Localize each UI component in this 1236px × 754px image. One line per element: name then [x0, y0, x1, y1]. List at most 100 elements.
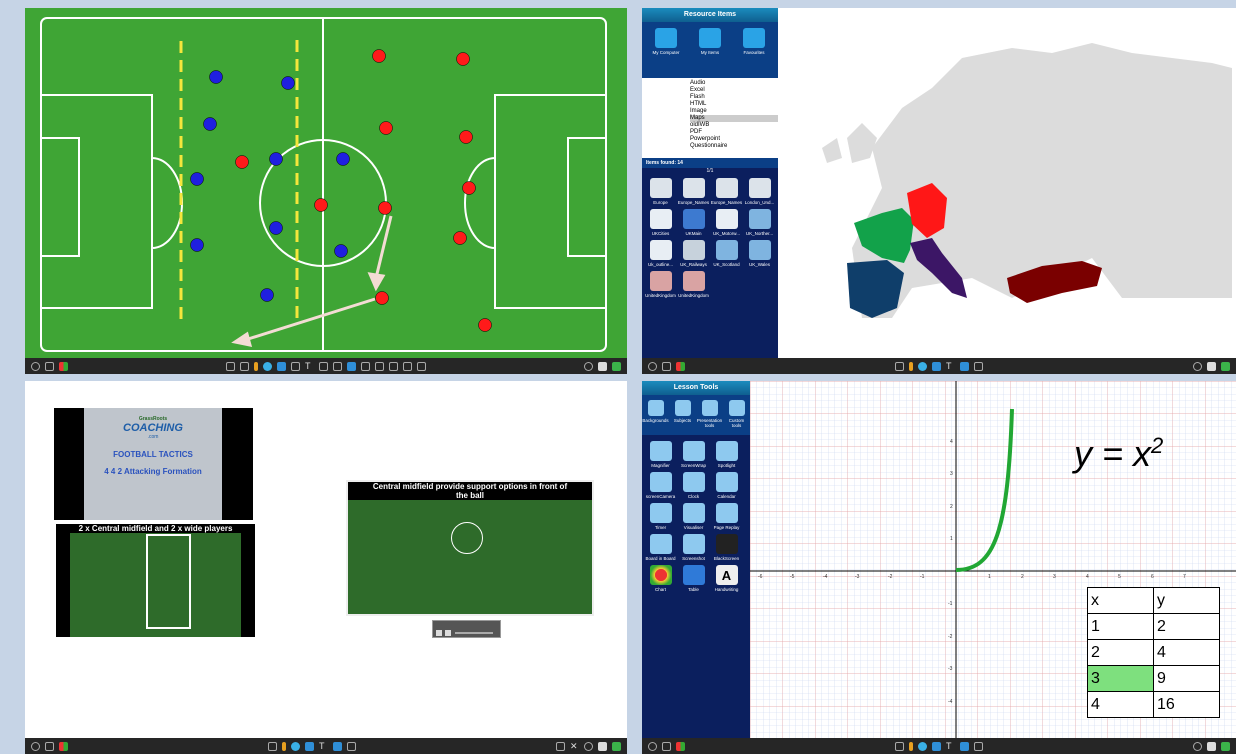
pause-icon[interactable]	[436, 630, 442, 636]
title-slide[interactable]: GrassRoots COACHING .com FOOTBALL TACTIC…	[54, 408, 253, 520]
resource-item[interactable]: UK_Motorw...	[711, 209, 742, 236]
screenshot-tool[interactable]: Screenshot	[678, 534, 709, 561]
grid-icon[interactable]	[403, 361, 412, 371]
table-cell[interactable]: 9	[1153, 665, 1220, 692]
video-slide[interactable]: Central midfield provide support options…	[346, 480, 594, 616]
presentation-tools-category[interactable]: Presentation tools	[697, 400, 722, 433]
page-number-icon[interactable]	[1207, 741, 1216, 751]
zoom-icon[interactable]	[1193, 741, 1202, 751]
select-icon[interactable]	[226, 361, 235, 371]
add-page-icon[interactable]	[612, 741, 621, 751]
zoom-icon[interactable]	[584, 361, 593, 371]
resource-item[interactable]: UK_Wales	[744, 240, 775, 267]
add-page-icon[interactable]	[1221, 741, 1230, 751]
resource-item[interactable]: Europe	[645, 178, 676, 205]
resource-item[interactable]: Europe_Names	[711, 178, 742, 205]
screen-camera-tool[interactable]: screenCamera	[645, 472, 676, 499]
add-page-icon[interactable]	[1221, 361, 1230, 371]
text-icon[interactable]: T	[319, 741, 328, 751]
screen-icon[interactable]	[662, 361, 671, 371]
table-cell-selected[interactable]: 3	[1087, 665, 1154, 692]
eraser-icon[interactable]	[305, 741, 314, 751]
table-header[interactable]: x	[1087, 587, 1154, 614]
text-icon[interactable]: T	[946, 741, 955, 751]
table-cell[interactable]: 4	[1087, 691, 1154, 718]
document-icon[interactable]	[556, 741, 565, 751]
table-cell[interactable]: 1	[1087, 613, 1154, 640]
my-computer-button[interactable]: My Computer	[651, 28, 682, 64]
eraser-icon[interactable]	[277, 361, 286, 371]
page-number-icon[interactable]	[598, 361, 607, 371]
xy-table[interactable]: xy 12 24 39 4 16	[1087, 587, 1220, 718]
table-cell[interactable]: 2	[1153, 613, 1220, 640]
resources-icon[interactable]	[347, 361, 356, 371]
pen-icon[interactable]	[909, 361, 913, 371]
stop-icon[interactable]	[445, 630, 451, 636]
formation-slide[interactable]: 2 x Central midfield and 2 x wide player…	[56, 524, 255, 637]
resource-item[interactable]: Uk_outline...	[645, 240, 676, 267]
eraser-icon[interactable]	[932, 361, 941, 371]
menu-icon[interactable]	[31, 741, 40, 751]
page-number-icon[interactable]	[1207, 361, 1216, 371]
table-header[interactable]: y	[1153, 587, 1220, 614]
resource-item[interactable]: UK_Scotland	[711, 240, 742, 267]
folder-item[interactable]: Excel	[690, 87, 778, 94]
redo-icon[interactable]	[375, 361, 384, 371]
highlighter-icon[interactable]	[918, 741, 927, 751]
image-icon[interactable]	[333, 361, 342, 371]
books-icon[interactable]	[417, 361, 426, 371]
folder-item[interactable]: oldIWB	[690, 122, 778, 129]
page-replay-tool[interactable]: Page Replay	[711, 503, 742, 530]
blackscreen-tool[interactable]: BlackScreen	[711, 534, 742, 561]
chart-tool[interactable]: Chart	[645, 565, 676, 592]
zoom-icon[interactable]	[1193, 361, 1202, 371]
move-icon[interactable]	[240, 361, 249, 371]
video-progress-bar[interactable]	[455, 632, 493, 634]
folder-item[interactable]: Flash	[690, 94, 778, 101]
highlighter-icon[interactable]	[291, 741, 300, 751]
grid-icon[interactable]	[347, 741, 356, 751]
add-page-icon[interactable]	[612, 361, 621, 371]
equation-label[interactable]: y = x2	[1074, 433, 1163, 475]
europe-map[interactable]	[792, 28, 1232, 348]
color-picker-icon[interactable]	[676, 741, 685, 751]
folder-item[interactable]: Questionnaire	[690, 143, 778, 150]
table-tool[interactable]: Table	[678, 565, 709, 592]
folder-item[interactable]: Image	[690, 108, 778, 115]
color-picker-icon[interactable]	[59, 361, 68, 371]
text-icon[interactable]: T	[305, 361, 314, 371]
shape-icon[interactable]	[291, 361, 300, 371]
fill-icon[interactable]	[319, 361, 328, 371]
resource-item[interactable]: UK_Norther...	[744, 209, 775, 236]
video-player-controls[interactable]	[432, 620, 501, 638]
folder-item[interactable]: PDF	[690, 129, 778, 136]
resource-item[interactable]: UnitedKingdom	[678, 271, 709, 298]
folder-item[interactable]: Maps	[690, 115, 778, 122]
pen-icon[interactable]	[254, 361, 258, 371]
handwriting-tool[interactable]: A Handwriting	[711, 565, 742, 592]
pen-icon[interactable]	[909, 741, 913, 751]
undo-icon[interactable]	[361, 361, 370, 371]
resource-item[interactable]: UnitedKingdom	[645, 271, 676, 298]
close-icon[interactable]: ✕	[570, 741, 579, 751]
screen-icon[interactable]	[45, 361, 54, 371]
screen-icon[interactable]	[662, 741, 671, 751]
custom-tools-category[interactable]: Custom tools	[724, 400, 749, 433]
board-in-board-tool[interactable]: Board in Board	[645, 534, 676, 561]
screen-icon[interactable]	[45, 741, 54, 751]
menu-icon[interactable]	[31, 361, 40, 371]
text-icon[interactable]: T	[946, 361, 955, 371]
resource-item[interactable]: Europe_Names	[678, 178, 709, 205]
select-icon[interactable]	[895, 741, 904, 751]
table-cell[interactable]: 16	[1153, 691, 1220, 718]
eraser-icon[interactable]	[932, 741, 941, 751]
highlighter-icon[interactable]	[263, 361, 272, 371]
select-icon[interactable]	[268, 741, 277, 751]
menu-icon[interactable]	[648, 361, 657, 371]
color-picker-icon[interactable]	[59, 741, 68, 751]
folder-item[interactable]: HTML	[690, 101, 778, 108]
pen-icon[interactable]	[282, 741, 286, 751]
color-picker-icon[interactable]	[676, 361, 685, 371]
zoom-icon[interactable]	[584, 741, 593, 751]
my-items-button[interactable]: My Items	[695, 28, 726, 64]
